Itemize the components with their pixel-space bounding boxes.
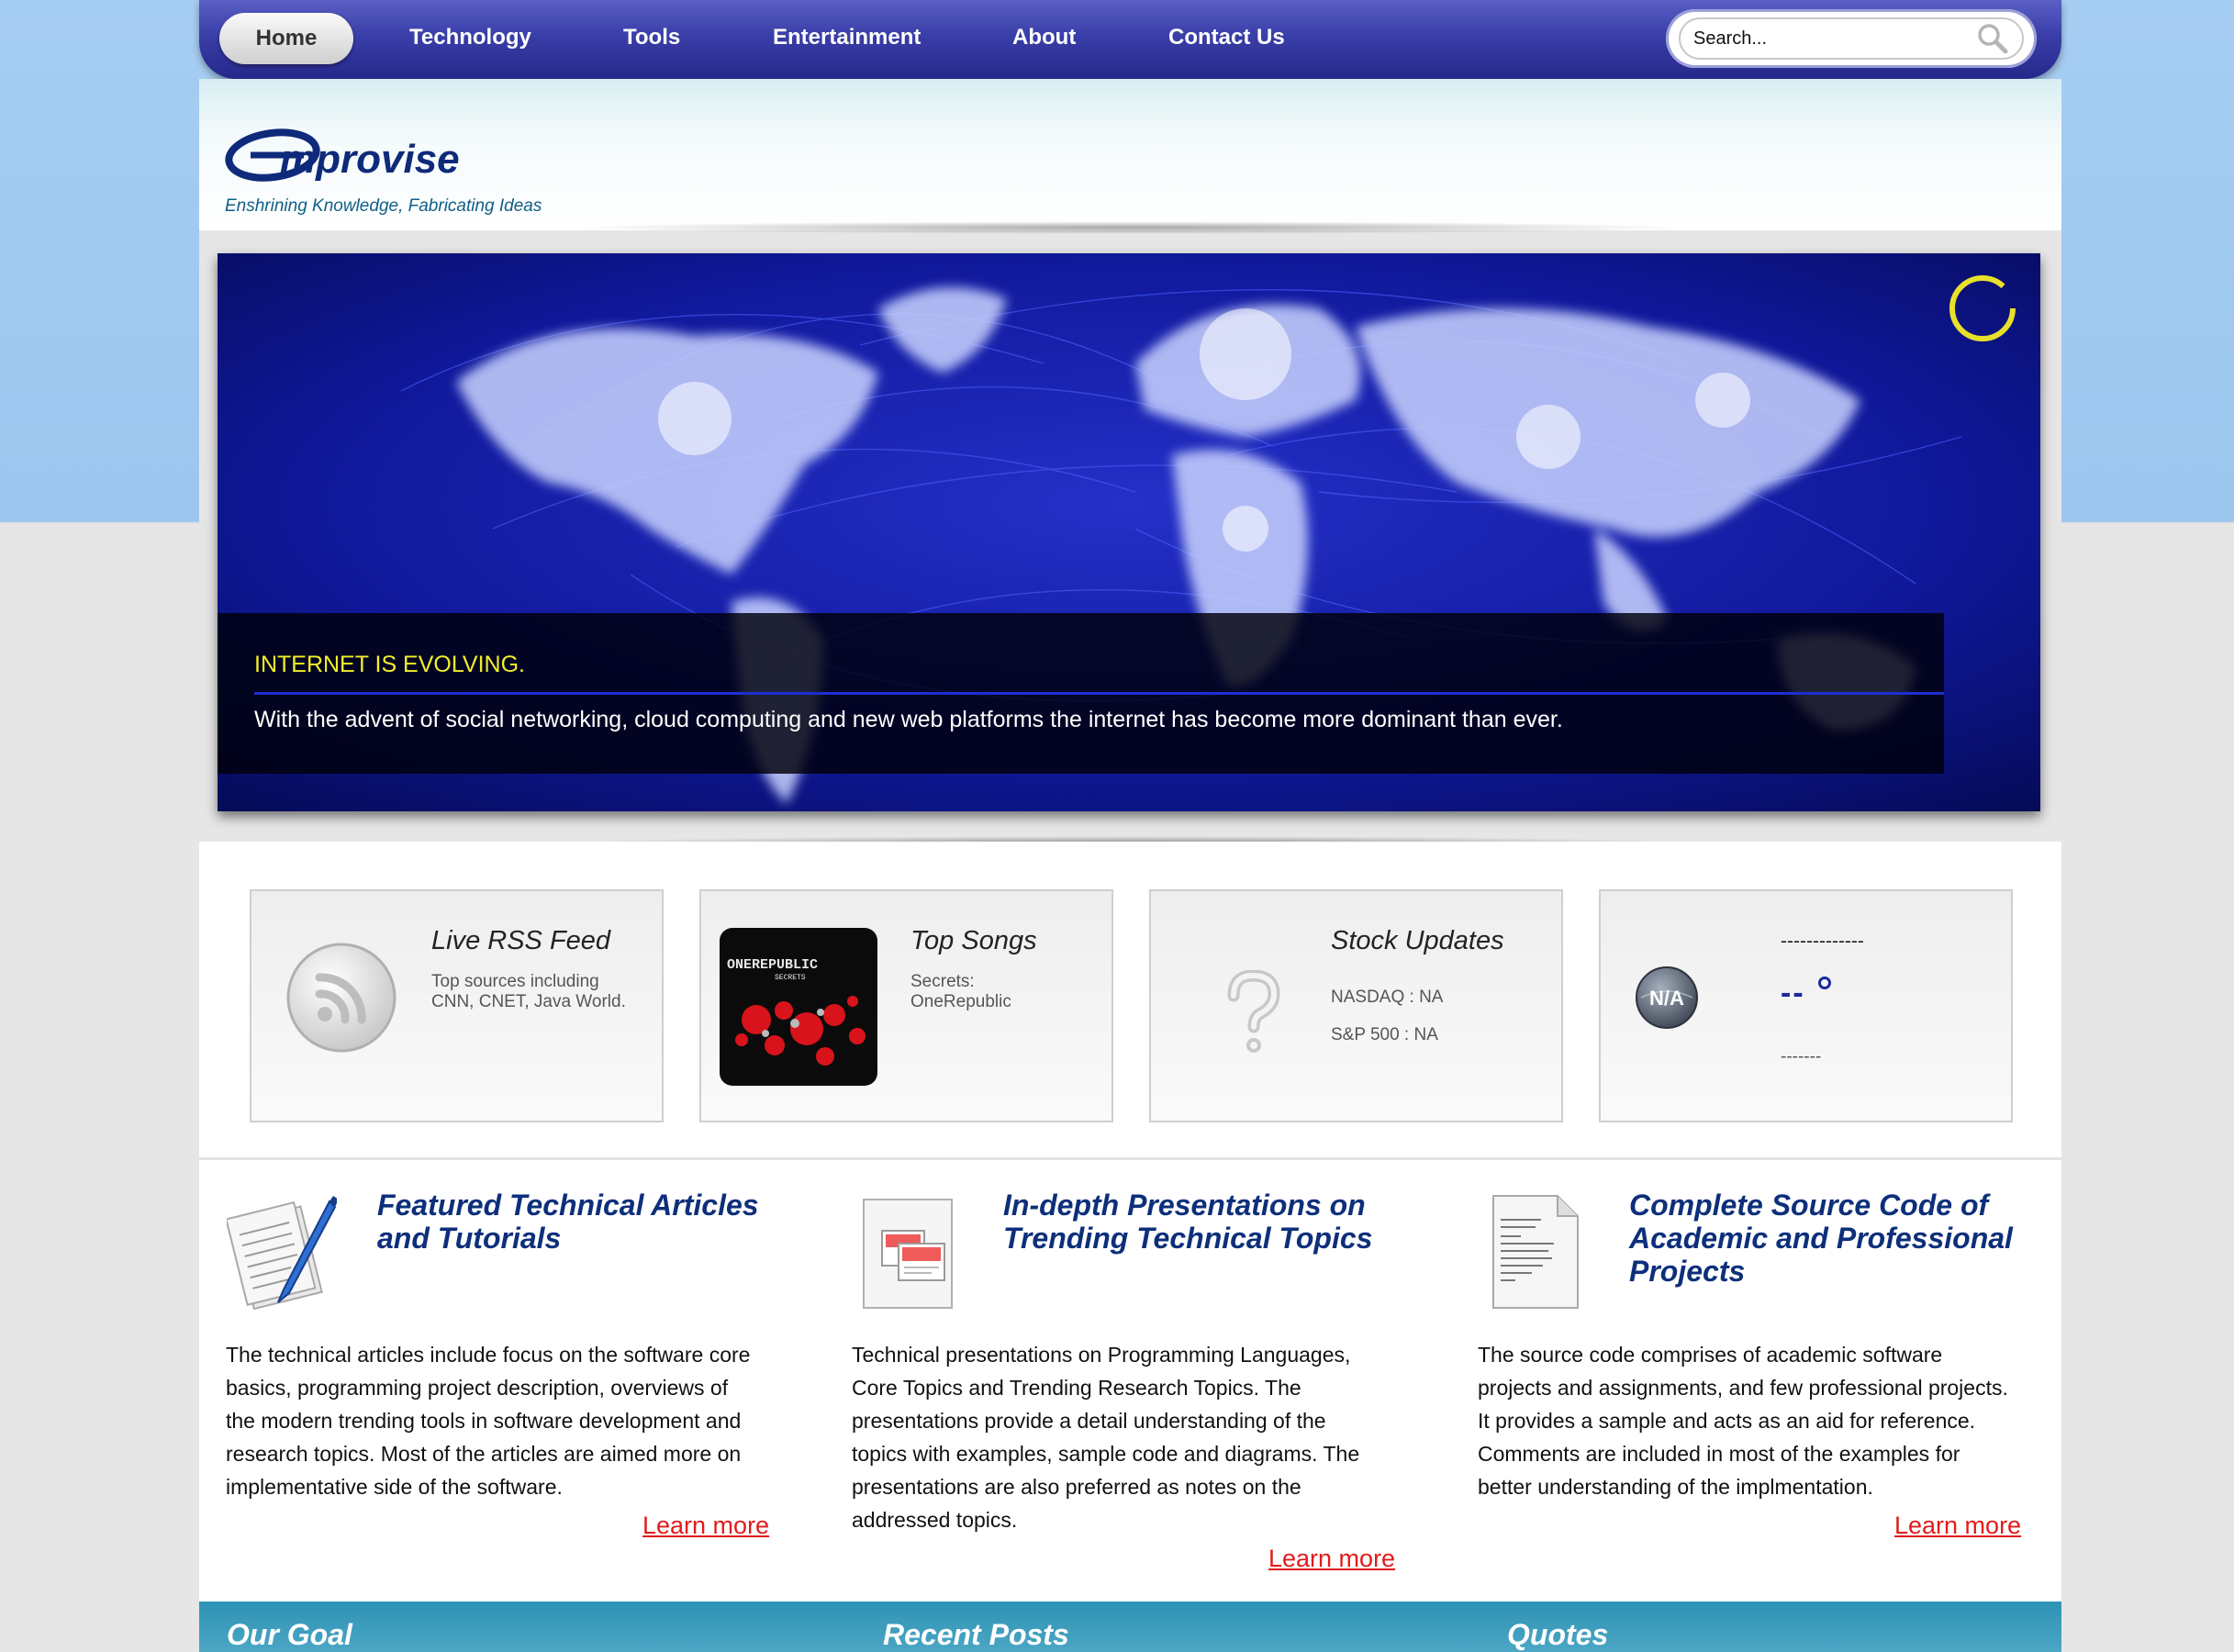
text-line: Core Topics and Trending Research Topics… bbox=[852, 1376, 1301, 1400]
nasdaq-value: NASDAQ : NA bbox=[1331, 988, 1444, 1007]
album-title-text: SECRETS bbox=[775, 974, 806, 982]
question-mark-icon bbox=[1227, 970, 1280, 1053]
main-content: Live RSS Feed Top sources including CNN,… bbox=[199, 842, 2061, 1652]
text-line: research topics. Most of the articles ar… bbox=[226, 1442, 742, 1466]
feature-source-code-title-line1: Complete Source Code of bbox=[1629, 1189, 1989, 1222]
text-line: the modern trending tools in software de… bbox=[226, 1409, 742, 1433]
feature-source-code-title-line3: Projects bbox=[1629, 1255, 1746, 1288]
song-artist: OneRepublic bbox=[910, 992, 1011, 1011]
album-band-text: ONEREPUBLIC bbox=[727, 957, 818, 973]
stock-widget-title: Stock Updates bbox=[1331, 926, 1504, 955]
text-line: projects and assignments, and few profes… bbox=[1478, 1376, 2008, 1400]
text-line: It provides a sample and acts as an aid … bbox=[1478, 1409, 1976, 1433]
feature-presentations-title-line1: In-depth Presentations on bbox=[1003, 1189, 1366, 1222]
feature-presentations-title: In-depth Presentations on Trending Techn… bbox=[1003, 1189, 1372, 1255]
rss-widget-title: Live RSS Feed bbox=[431, 926, 611, 955]
weather-condition: ------- bbox=[1781, 1047, 1822, 1066]
top-nav-bar: Home Technology Tools Entertainment Abou… bbox=[199, 0, 2061, 79]
widget-stock-updates[interactable]: Stock Updates NASDAQ : NA S&P 500 : NA bbox=[1149, 889, 1563, 1122]
text-line: addressed topics. bbox=[852, 1508, 1018, 1532]
feature-presentations-text: Technical presentations on Programming L… bbox=[852, 1338, 1359, 1536]
hero-slider[interactable]: INTERNET IS EVOLVING. With the advent of… bbox=[218, 253, 2040, 811]
source-code-icon bbox=[1492, 1195, 1579, 1309]
widget-top-songs[interactable]: ONEREPUBLIC SECRETS Top Songs Secrets: O… bbox=[699, 889, 1113, 1122]
degree-icon bbox=[1818, 977, 1831, 989]
songs-widget-title: Top Songs bbox=[910, 926, 1037, 955]
section-divider bbox=[199, 1157, 2061, 1160]
text-line: basics, programming project description,… bbox=[226, 1376, 729, 1400]
text-line: Comments are included in most of the exa… bbox=[1478, 1442, 1960, 1466]
album-cover-image: ONEREPUBLIC SECRETS bbox=[720, 928, 877, 1086]
widget-rss-feed[interactable]: Live RSS Feed Top sources including CNN,… bbox=[250, 889, 664, 1122]
rss-icon bbox=[286, 943, 397, 1053]
text-line: topics with examples, sample code and di… bbox=[852, 1442, 1360, 1466]
nav-technology[interactable]: Technology bbox=[409, 0, 531, 75]
feature-articles-title-line1: Featured Technical Articles bbox=[377, 1189, 759, 1222]
text-line: The technical articles include focus on … bbox=[226, 1343, 751, 1367]
article-pen-icon bbox=[227, 1196, 337, 1311]
footer-quotes-title: Quotes bbox=[1507, 1618, 1609, 1651]
search-box bbox=[1666, 9, 2037, 68]
widget-weather[interactable]: N/A ------------- -- ------- bbox=[1599, 889, 2013, 1122]
footer-recent-posts-title: Recent Posts bbox=[883, 1618, 1069, 1651]
weather-na-icon: N/A bbox=[1636, 966, 1698, 1029]
slider-caption: INTERNET IS EVOLVING. With the advent of… bbox=[218, 613, 1944, 774]
weather-icon-text: N/A bbox=[1649, 987, 1684, 1010]
feature-source-code-title: Complete Source Code of Academic and Pro… bbox=[1629, 1189, 2013, 1288]
text-line: presentations are also preferred as note… bbox=[852, 1475, 1301, 1499]
presentations-learn-more-link[interactable]: Learn more bbox=[1268, 1545, 1395, 1573]
articles-learn-more-link[interactable]: Learn more bbox=[642, 1512, 769, 1540]
text-line: The source code comprises of academic so… bbox=[1478, 1343, 1943, 1367]
site-tagline: Enshrining Knowledge, Fabricating Ideas bbox=[225, 196, 542, 216]
slider-loading-icon bbox=[1949, 275, 2016, 341]
footer-band: Our Goal Recent Posts Quotes bbox=[199, 1602, 2061, 1652]
weather-temperature: -- bbox=[1781, 976, 1805, 1010]
caption-divider bbox=[254, 692, 1944, 695]
nav-tools[interactable]: Tools bbox=[623, 0, 680, 75]
source-code-learn-more-link[interactable]: Learn more bbox=[1894, 1512, 2021, 1540]
footer-our-goal-title: Our Goal bbox=[227, 1618, 352, 1651]
weather-location: ------------- bbox=[1781, 931, 1864, 952]
feature-articles-text: The technical articles include focus on … bbox=[226, 1338, 750, 1503]
text-line: implementative side of the software. bbox=[226, 1475, 563, 1499]
text-line: presentations provide a detail understan… bbox=[852, 1409, 1326, 1433]
nav-contact-us[interactable]: Contact Us bbox=[1168, 0, 1285, 75]
svg-text:mprovise: mprovise bbox=[280, 137, 460, 182]
search-icon[interactable] bbox=[1976, 22, 2009, 55]
slider-caption-title: INTERNET IS EVOLVING. bbox=[254, 652, 525, 677]
nav-entertainment[interactable]: Entertainment bbox=[773, 0, 921, 75]
presentation-icon bbox=[863, 1199, 953, 1309]
feature-source-code-title-line2: Academic and Professional bbox=[1629, 1222, 2013, 1255]
feature-articles-title-line2: and Tutorials bbox=[377, 1222, 562, 1255]
search-input[interactable] bbox=[1679, 17, 2024, 60]
feature-source-code-text: The source code comprises of academic so… bbox=[1478, 1338, 2008, 1503]
rss-widget-text: Top sources including CNN, CNET, Java Wo… bbox=[431, 972, 626, 1011]
sp500-value: S&P 500 : NA bbox=[1331, 1025, 1438, 1044]
nav-about[interactable]: About bbox=[1012, 0, 1076, 75]
feature-articles-title: Featured Technical Articles and Tutorial… bbox=[377, 1189, 759, 1255]
song-name: Secrets: bbox=[910, 972, 975, 991]
feature-presentations-title-line2: Trending Technical Topics bbox=[1003, 1222, 1373, 1255]
nav-home[interactable]: Home bbox=[219, 13, 353, 64]
emprovise-logo[interactable]: mprovise bbox=[225, 125, 542, 182]
text-line: Technical presentations on Programming L… bbox=[852, 1343, 1351, 1367]
site-header: mprovise Enshrining Knowledge, Fabricati… bbox=[199, 79, 2061, 230]
slider-caption-text: With the advent of social networking, cl… bbox=[254, 707, 1563, 732]
text-line: better understanding of the implmentatio… bbox=[1478, 1475, 1873, 1499]
